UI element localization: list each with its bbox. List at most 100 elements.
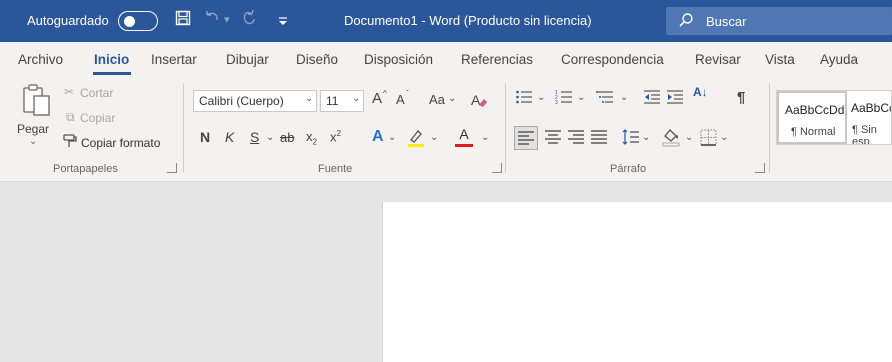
ribbon: Pegar ⌄ ✂ Cortar ⧉ Copiar Copiar formato…	[0, 77, 892, 182]
italic-button[interactable]: K	[225, 129, 234, 145]
font-name-value: Calibri (Cuerpo)	[199, 94, 284, 108]
text-effects-button[interactable]: A	[372, 128, 384, 146]
tab-archivo[interactable]: Archivo	[18, 52, 63, 67]
copy-button[interactable]: Copiar	[80, 111, 115, 125]
align-center-icon[interactable]	[544, 129, 562, 150]
tab-correspondencia[interactable]: Correspondencia	[561, 52, 664, 67]
numbering-icon[interactable]: 123	[555, 89, 573, 110]
ribbon-tabs: Archivo Inicio Insertar Dibujar Diseño D…	[0, 42, 892, 77]
tab-diseno[interactable]: Diseño	[296, 52, 338, 67]
multilevel-list-icon[interactable]	[596, 89, 614, 110]
numbering-dropdown-icon[interactable]: ⌄	[577, 92, 585, 103]
increase-indent-icon[interactable]	[666, 89, 684, 110]
subscript-mark: 2	[312, 137, 317, 147]
change-case-button[interactable]: Aa	[429, 92, 445, 107]
cut-icon: ✂	[64, 85, 75, 99]
cut-button[interactable]: Cortar	[80, 86, 113, 100]
search-label: Buscar	[706, 14, 747, 29]
styles-gallery: AaBbCcDd ¶ Normal AaBbCcDd ¶ Sin esp.	[776, 90, 892, 145]
save-icon[interactable]	[175, 10, 191, 32]
bold-button[interactable]: N	[200, 129, 210, 145]
svg-text:3: 3	[555, 100, 558, 105]
document-page[interactable]	[382, 202, 892, 362]
document-canvas	[0, 182, 892, 362]
undo-dropdown-icon[interactable]: ▾	[224, 10, 230, 30]
font-launcher-icon[interactable]	[492, 163, 502, 173]
style-name: ¶ Normal	[791, 126, 836, 138]
font-name-dropdown-icon[interactable]: ⌄	[305, 93, 313, 104]
align-left-button[interactable]	[514, 126, 538, 150]
tab-dibujar[interactable]: Dibujar	[226, 52, 269, 67]
tab-vista[interactable]: Vista	[765, 52, 795, 67]
show-marks-button[interactable]: ¶	[737, 89, 745, 106]
underline-button[interactable]: S	[250, 129, 259, 145]
grow-font-button[interactable]: A	[372, 90, 382, 107]
shrink-font-button[interactable]: A	[396, 92, 405, 107]
font-color-button[interactable]: A	[455, 127, 473, 149]
bullets-dropdown-icon[interactable]: ⌄	[537, 92, 545, 103]
justify-icon[interactable]	[590, 129, 608, 150]
group-label-font: Fuente	[318, 163, 353, 175]
paste-label[interactable]: Pegar	[17, 122, 49, 136]
text-effects-dropdown-icon[interactable]: ⌄	[388, 132, 396, 143]
borders-dropdown-icon[interactable]: ⌄	[720, 132, 728, 143]
change-case-dropdown-icon[interactable]: ⌄	[448, 93, 456, 104]
tab-insertar[interactable]: Insertar	[151, 52, 197, 67]
svg-text:A: A	[471, 92, 481, 108]
highlight-icon[interactable]	[407, 128, 425, 153]
tab-referencias[interactable]: Referencias	[461, 52, 533, 67]
shrink-font-caret-icon: ˇ	[406, 89, 409, 98]
strikethrough-button[interactable]: ab	[280, 130, 294, 145]
toggle-knob	[124, 15, 135, 27]
clipboard-launcher-icon[interactable]	[167, 163, 177, 173]
autosave-toggle[interactable]	[118, 11, 158, 31]
style-normal[interactable]: AaBbCcDd ¶ Normal	[777, 91, 847, 144]
search-box[interactable]: Buscar	[666, 7, 892, 35]
highlight-dropdown-icon[interactable]: ⌄	[430, 132, 438, 143]
tab-inicio[interactable]: Inicio	[94, 52, 129, 67]
tab-disposicion[interactable]: Disposición	[364, 52, 433, 67]
customize-toolbar-icon[interactable]	[278, 12, 288, 32]
redo-icon[interactable]	[240, 9, 258, 32]
font-color-swatch	[455, 144, 473, 147]
group-divider	[769, 83, 770, 173]
bullets-icon[interactable]	[515, 89, 533, 110]
style-sample: AaBbCcDd	[785, 103, 845, 117]
group-label-paragraph: Párrafo	[610, 163, 647, 175]
paste-dropdown-icon[interactable]: ⌄	[29, 136, 37, 147]
copy-icon: ⧉	[66, 110, 75, 124]
clear-formatting-icon[interactable]: A	[470, 91, 488, 114]
format-painter-button[interactable]: Copiar formato	[81, 136, 160, 150]
font-name-select[interactable]: Calibri (Cuerpo)	[193, 90, 317, 112]
search-icon	[678, 12, 694, 28]
shading-icon[interactable]	[661, 127, 681, 152]
tab-ayuda[interactable]: Ayuda	[820, 52, 858, 67]
style-no-spacing[interactable]: AaBbCcDd ¶ Sin esp.	[849, 91, 891, 144]
group-label-clipboard: Portapapeles	[53, 163, 118, 175]
font-color-dropdown-icon[interactable]: ⌄	[481, 132, 489, 143]
font-color-label: A	[459, 126, 469, 142]
autosave-label: Autoguardado	[27, 13, 109, 28]
paragraph-launcher-icon[interactable]	[755, 163, 765, 173]
align-right-icon[interactable]	[567, 129, 585, 150]
group-divider	[505, 83, 506, 173]
style-sample: AaBbCcDd	[851, 101, 891, 115]
subscript-button[interactable]: x2	[306, 129, 317, 147]
shading-dropdown-icon[interactable]: ⌄	[685, 132, 693, 143]
font-size-value: 11	[326, 94, 339, 108]
line-spacing-dropdown-icon[interactable]: ⌄	[642, 132, 650, 143]
grow-font-caret-icon: ^	[383, 89, 387, 98]
document-title: Documento1 - Word (Producto sin licencia…	[344, 13, 592, 28]
borders-icon[interactable]	[700, 129, 717, 151]
line-spacing-icon[interactable]	[622, 129, 640, 150]
undo-icon[interactable]	[203, 10, 221, 32]
superscript-button[interactable]: x2	[330, 129, 341, 144]
active-tab-indicator	[93, 72, 131, 75]
multilevel-dropdown-icon[interactable]: ⌄	[620, 92, 628, 103]
underline-dropdown-icon[interactable]: ⌄	[266, 132, 274, 143]
decrease-indent-icon[interactable]	[643, 89, 661, 110]
tab-revisar[interactable]: Revisar	[695, 52, 741, 67]
paste-button[interactable]	[22, 83, 52, 122]
font-size-dropdown-icon[interactable]: ⌄	[352, 93, 360, 104]
sort-button[interactable]: A↓	[693, 86, 708, 98]
